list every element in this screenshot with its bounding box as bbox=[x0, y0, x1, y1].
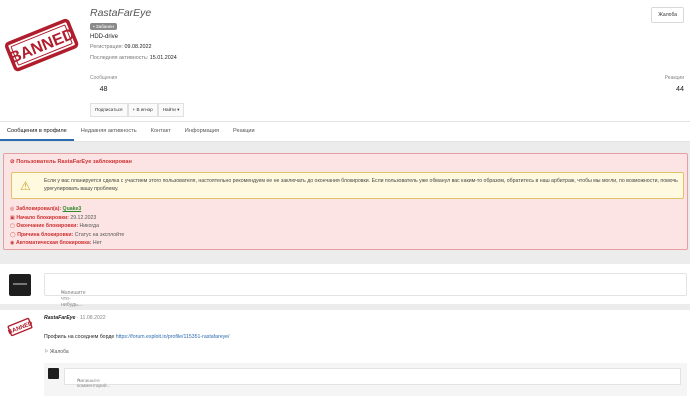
flag-icon: ⚐ bbox=[44, 349, 49, 355]
banned-stamp-avatar: BANNED bbox=[2, 6, 82, 86]
reason-value: Статус на эксплойте bbox=[74, 231, 125, 238]
end-label: Окончание блокировки: bbox=[16, 223, 79, 230]
status-composer: ✎ Напишите что-нибудь... bbox=[0, 264, 690, 308]
ban-detail-auto: ◉ Автоматическая блокировка: Нет bbox=[10, 239, 124, 248]
post-date[interactable]: · 11.08.2022 bbox=[77, 315, 106, 321]
banned-badge-label: Забанен bbox=[95, 24, 114, 29]
follow-button[interactable]: Подписаться bbox=[90, 103, 128, 117]
last-activity-date: 15.01.2024 bbox=[149, 55, 177, 61]
tab-contact[interactable]: Контакт bbox=[144, 122, 178, 141]
status-placeholder-text: Напишите что-нибудь... bbox=[61, 290, 86, 308]
ban-warning-text: Если у вас планируется сделка с участием… bbox=[44, 178, 678, 192]
ban-details: ◎ Заблокировал(а): Quake3 ▣ Начало блоки… bbox=[10, 205, 124, 248]
banned-badge-icon: ▪ bbox=[93, 24, 95, 29]
report-button[interactable]: Жалоба bbox=[651, 7, 684, 23]
ban-detail-blocked-by: ◎ Заблокировал(а): Quake3 bbox=[10, 205, 124, 214]
auto-label: Автоматическая блокировка: bbox=[15, 240, 92, 247]
post-author[interactable]: RastaFarEye bbox=[44, 315, 75, 321]
start-label: Начало блокировки: bbox=[16, 214, 69, 221]
reactions-value: 44 bbox=[676, 84, 684, 93]
post-content: Профиль на соседнем борде https://forum.… bbox=[44, 334, 230, 340]
blocked-by-link[interactable]: Quake3 bbox=[63, 206, 82, 212]
registration-date: 09.08.2022 bbox=[124, 44, 152, 50]
reactions-stat[interactable]: Реакции 44 bbox=[665, 75, 684, 93]
post-link[interactable]: https://forum.exploit.in/profile/115351-… bbox=[116, 334, 230, 340]
banned-stamp-icon: BANNED bbox=[4, 18, 79, 72]
ignore-button[interactable]: + В игнор bbox=[127, 103, 158, 117]
profile-panel: BANNED RastaFarEye ▪ Забанен HDD-drive Р… bbox=[0, 0, 690, 142]
calendar-end-icon: ▢ bbox=[10, 223, 15, 230]
post-report-link[interactable]: ⚐ Жалоба bbox=[44, 349, 69, 355]
comment-placeholder-text: Напишите комментарий... bbox=[77, 379, 111, 389]
end-value: Никогда bbox=[79, 223, 99, 230]
blocked-by-label: Заблокировал(а): bbox=[15, 206, 62, 212]
registration-row: Регистрация: 09.08.2022 bbox=[90, 44, 152, 50]
post-header: RastaFarEye · 11.08.2022 bbox=[44, 315, 106, 321]
auto-value: Нет bbox=[92, 240, 102, 247]
ban-detail-end: ▢ Окончание блокировки: Никогда bbox=[10, 222, 124, 231]
start-value: 29.12.2023 bbox=[70, 214, 97, 221]
registration-label: Регистрация: bbox=[90, 44, 124, 50]
tab-information[interactable]: Информация bbox=[178, 122, 226, 141]
ban-warning: ⚠ Если у вас планируется сделка с участи… bbox=[11, 172, 684, 199]
ban-detail-start: ▣ Начало блокировки: 29.12.2023 bbox=[10, 214, 124, 223]
messages-stat[interactable]: Сообщения 48 bbox=[90, 75, 117, 93]
ban-detail-reason: ◯ Причина блокировки: Статус на эксплойт… bbox=[10, 231, 124, 240]
post-text: Профиль на соседнем борде bbox=[44, 334, 115, 340]
post-author-avatar[interactable]: BANNED bbox=[7, 314, 34, 340]
ban-header-text: Пользователь RastaFarEye заблокирован bbox=[16, 159, 132, 165]
last-activity-label: Последняя активность: bbox=[90, 55, 149, 61]
last-activity-row: Последняя активность: 15.01.2024 bbox=[90, 55, 177, 61]
reactions-label: Реакции bbox=[664, 75, 684, 81]
banned-mini-stamp-icon: BANNED bbox=[7, 317, 34, 337]
ban-notice: ⊘ Пользователь RastaFarEye заблокирован … bbox=[3, 153, 688, 250]
post-report-label: Жалоба bbox=[49, 349, 69, 355]
banned-badge: ▪ Забанен bbox=[90, 23, 117, 30]
ban-header: ⊘ Пользователь RastaFarEye заблокирован bbox=[10, 159, 132, 165]
tab-recent-activity[interactable]: Недавняя активность bbox=[74, 122, 144, 141]
tab-profile-posts[interactable]: Сообщения в профиле bbox=[0, 122, 74, 141]
messages-label: Сообщения bbox=[90, 75, 118, 81]
profile-username: RastaFarEye bbox=[90, 7, 152, 19]
comment-box: ✎ Напишите комментарий... bbox=[44, 363, 687, 396]
profile-header: BANNED RastaFarEye ▪ Забанен HDD-drive Р… bbox=[0, 0, 690, 122]
comment-icon: ◯ bbox=[10, 231, 16, 238]
comment-avatar[interactable] bbox=[48, 368, 59, 379]
profile-actions: Подписаться + В игнор Найти ▾ bbox=[90, 103, 185, 117]
current-user-avatar[interactable] bbox=[9, 274, 31, 296]
profile-post: BANNED RastaFarEye · 11.08.2022 Профиль … bbox=[0, 310, 690, 398]
reason-label: Причина блокировки: bbox=[17, 231, 74, 238]
user-icon: ◎ bbox=[10, 206, 15, 212]
messages-value: 48 bbox=[99, 84, 108, 93]
status-input[interactable]: ✎ Напишите что-нибудь... bbox=[44, 273, 687, 308]
find-dropdown[interactable]: Найти ▾ bbox=[157, 103, 185, 117]
profile-tabs: Сообщения в профиле Недавняя активность … bbox=[0, 122, 690, 142]
robot-icon: ◉ bbox=[10, 240, 15, 247]
calendar-icon: ▣ bbox=[10, 214, 15, 221]
comment-input[interactable]: ✎ Напишите комментарий... bbox=[64, 368, 681, 389]
tab-reactions[interactable]: Реакции bbox=[226, 122, 262, 141]
warning-icon: ⚠ bbox=[20, 179, 31, 193]
user-ban-icon: ⊘ bbox=[10, 159, 15, 165]
user-title: HDD-drive bbox=[90, 34, 119, 40]
